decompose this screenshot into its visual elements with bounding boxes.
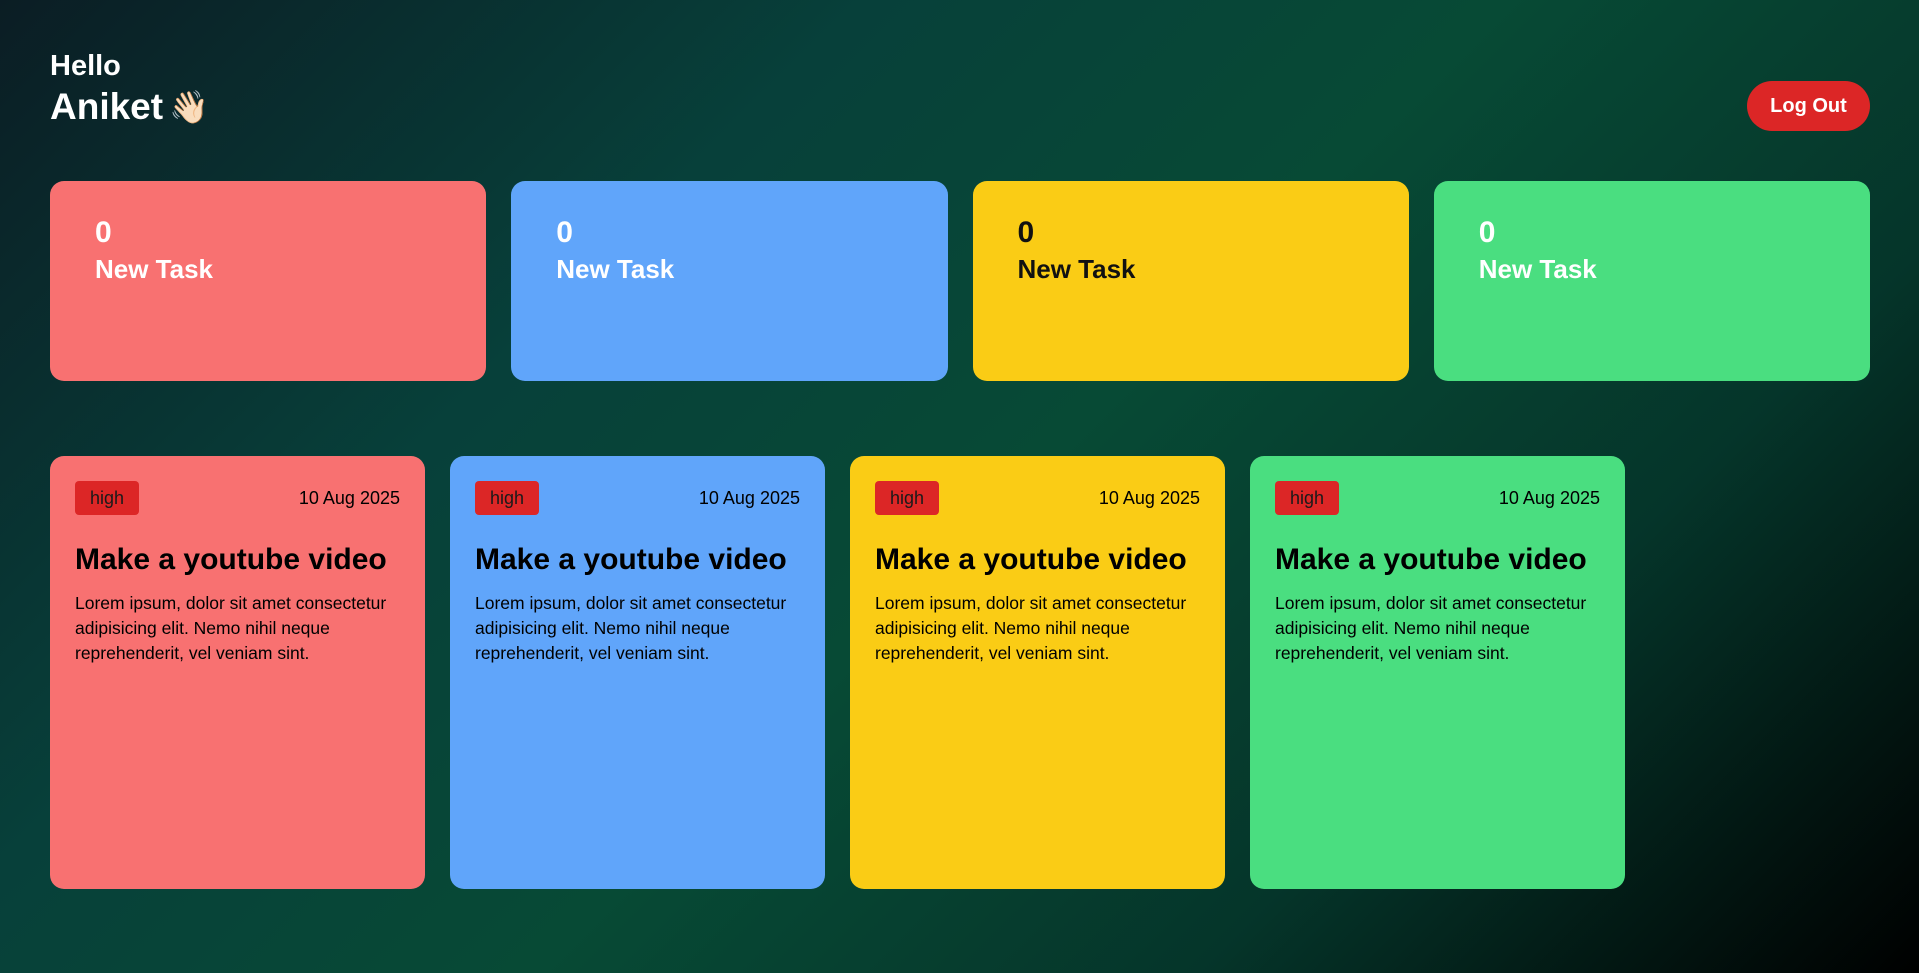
task-description: Lorem ipsum, dolor sit amet consectetur …	[875, 593, 1187, 663]
task-date: 10 Aug 2025	[298, 487, 400, 508]
logout-button[interactable]: Log Out	[1747, 81, 1870, 131]
task-card-4[interactable]: high 10 Aug 2025 Make a youtube video Lo…	[1250, 456, 1625, 889]
task-card-header: high 10 Aug 2025	[1275, 481, 1600, 515]
task-description: Lorem ipsum, dolor sit amet consectetur …	[1275, 593, 1587, 663]
priority-badge: high	[875, 481, 940, 515]
stat-card-3: 0 New Task	[972, 181, 1409, 381]
stat-card-4: 0 New Task	[1433, 181, 1870, 381]
task-stats: 0 New Task 0 New Task 0 New Task 0 New T…	[50, 181, 1870, 381]
stat-label: New Task	[1017, 254, 1136, 284]
stat-label: New Task	[1478, 254, 1597, 284]
task-title: Make a youtube video	[1275, 543, 1587, 576]
task-title: Make a youtube video	[475, 543, 787, 576]
stat-label: New Task	[95, 254, 214, 284]
priority-badge: high	[475, 481, 540, 515]
task-description: Lorem ipsum, dolor sit amet consectetur …	[475, 593, 787, 663]
user-name: Aniket	[50, 86, 164, 127]
stat-card-2: 0 New Task	[511, 181, 948, 381]
waving-hand-icon: 👋🏻	[169, 89, 209, 125]
stat-card-1: 0 New Task	[50, 181, 487, 381]
task-list: high 10 Aug 2025 Make a youtube video Lo…	[50, 456, 1625, 889]
stat-count: 0	[556, 216, 573, 249]
stat-count: 0	[95, 216, 112, 249]
task-title: Make a youtube video	[875, 543, 1187, 576]
task-date: 10 Aug 2025	[1098, 487, 1200, 508]
stat-count: 0	[1478, 216, 1496, 249]
task-date: 10 Aug 2025	[698, 487, 800, 508]
task-card-3[interactable]: high 10 Aug 2025 Make a youtube video Lo…	[850, 456, 1225, 889]
task-card-1[interactable]: high 10 Aug 2025 Make a youtube video Lo…	[50, 456, 425, 889]
task-card-header: high 10 Aug 2025	[475, 481, 800, 515]
task-card-2[interactable]: high 10 Aug 2025 Make a youtube video Lo…	[450, 456, 825, 889]
stat-count: 0	[1017, 216, 1035, 249]
task-description: Lorem ipsum, dolor sit amet consectetur …	[75, 593, 387, 663]
stat-label: New Task	[556, 254, 675, 284]
user-name-row: Aniket 👋🏻	[50, 84, 209, 130]
task-date: 10 Aug 2025	[1498, 487, 1600, 508]
task-card-header: high 10 Aug 2025	[875, 481, 1200, 515]
priority-badge: high	[75, 481, 140, 515]
task-card-header: high 10 Aug 2025	[75, 481, 400, 515]
priority-badge: high	[1275, 481, 1340, 515]
greeting-text: Hello	[50, 50, 121, 82]
task-title: Make a youtube video	[75, 543, 387, 576]
greeting-header: Hello Aniket 👋🏻	[50, 48, 209, 130]
